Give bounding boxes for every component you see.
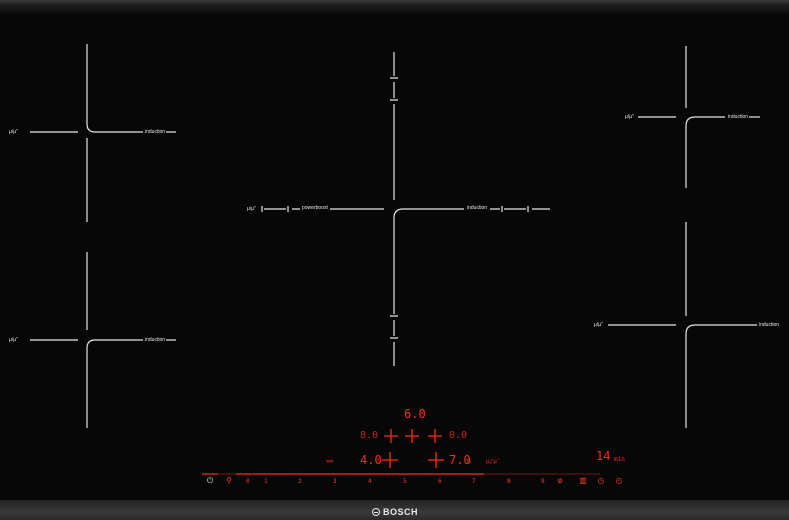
clock-icon[interactable]: ◴ — [614, 476, 624, 486]
pan-marker-4 — [382, 452, 398, 468]
timer-unit: min — [614, 456, 625, 463]
zone-right-bottom-size-label: μ/µ″ — [594, 322, 603, 328]
zone-left-bottom-size-label: μ/µ″ — [9, 337, 18, 343]
pan-marker-2 — [405, 429, 419, 443]
zone-left-top-size-label: μ/µ″ — [9, 129, 18, 135]
slider-2[interactable]: 2 — [298, 478, 302, 485]
slider-8[interactable]: 8 — [507, 478, 511, 485]
bosch-icon — [372, 508, 380, 516]
zone-center-powerboost-label: powerboost — [302, 205, 328, 211]
zone-markings — [30, 44, 760, 475]
zone-right-top-size-label: μ/µ″ — [625, 114, 634, 120]
slider-3[interactable]: 3 — [333, 478, 337, 485]
boost-icon[interactable]: ⱷ — [555, 476, 565, 486]
power-icon[interactable]: ⏻ — [205, 476, 215, 486]
zone-right-top-induction-label: induction — [728, 114, 749, 120]
zone-left-bottom-induction-label: induction — [145, 337, 166, 343]
cooktop-surface: μ/µ″ induction μ/µ″ induction μ/µ″ power… — [0, 0, 789, 520]
timer-small-icon: ◷ — [467, 458, 471, 465]
pan-marker-3 — [428, 429, 442, 443]
child-lock-icon[interactable]: ⚲ — [224, 476, 234, 486]
display-mid-right-level: 0.0 — [449, 430, 468, 441]
size-small-label: μ/µ″ — [486, 458, 501, 465]
zone-left-top-induction-label: induction — [145, 129, 166, 135]
timer-icon[interactable]: ◷ — [596, 476, 606, 486]
display-top-level: 6.0 — [404, 407, 426, 421]
zone-center-induction-label: induction — [467, 205, 488, 211]
slider-9[interactable]: 9 — [541, 478, 545, 485]
slider-0[interactable]: 0 — [246, 478, 250, 485]
slider-7[interactable]: 7 — [472, 478, 476, 485]
timer-value: 14 — [596, 449, 611, 463]
display-lower-left-level: 4.0 — [360, 453, 382, 467]
slider-1[interactable]: 1 — [264, 478, 268, 485]
zone-left-top-vertical — [86, 44, 143, 133]
pan-marker-5 — [428, 452, 444, 468]
brand-logo: BOSCH — [372, 506, 418, 518]
slider-6[interactable]: 6 — [438, 478, 442, 485]
display-mid-left-level: 8.0 — [360, 430, 379, 441]
brand-name: BOSCH — [383, 507, 419, 517]
slider-5[interactable]: 5 — [403, 478, 407, 485]
slider-4[interactable]: 4 — [368, 478, 372, 485]
zone-center-size-label: μ/µ″ — [247, 206, 256, 212]
wipe-protection-icon[interactable]: ▥ — [578, 476, 588, 486]
flex-zone-label: ∞∞ — [326, 458, 334, 465]
zone-right-bottom-induction-label: induction — [759, 322, 780, 328]
pan-marker-1 — [384, 429, 398, 443]
